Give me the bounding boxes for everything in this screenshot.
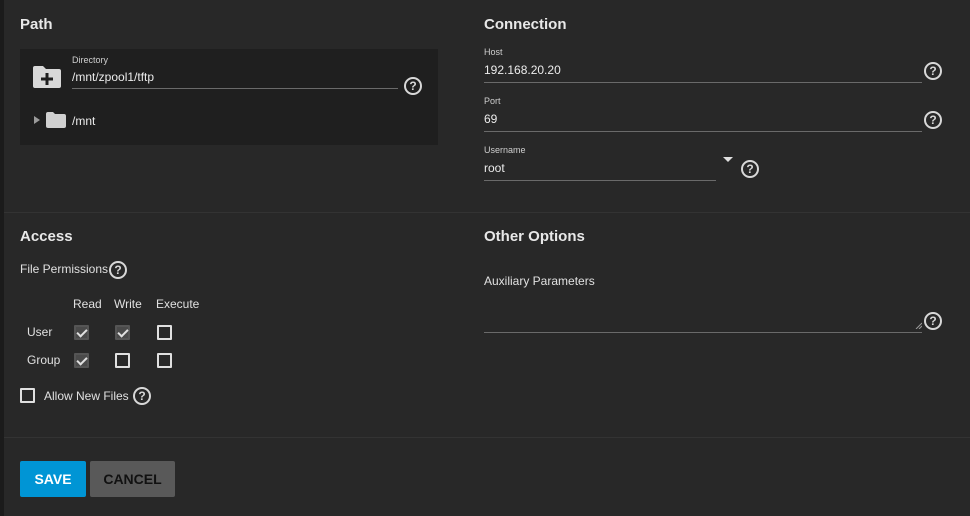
host-input[interactable]: 192.168.20.20 [484,63,561,77]
folder-icon [46,112,66,128]
access-section-title: Access [20,228,73,245]
tree-expand-arrow-icon[interactable] [34,116,40,124]
add-folder-icon[interactable] [32,65,62,89]
group-read-checkbox[interactable] [74,353,89,368]
username-underline [484,180,716,181]
path-section-title: Path [20,16,53,33]
directory-input[interactable]: /mnt/zpool1/tftp [72,70,154,84]
host-label: Host [484,47,503,57]
user-read-checkbox[interactable] [74,325,89,340]
directory-help-icon[interactable]: ? [404,77,422,95]
row-group-label: Group [27,353,61,367]
auxiliary-help-icon[interactable]: ? [924,312,942,330]
host-help-icon[interactable]: ? [924,62,942,80]
auxiliary-parameters-textarea[interactable] [484,300,920,330]
directory-label: Directory [72,55,109,65]
port-label: Port [484,96,501,106]
directory-explorer: Directory /mnt/zpool1/tftp ? /mnt [20,49,438,145]
section-divider [4,212,970,213]
connection-section-title: Connection [484,16,567,33]
column-write: Write [114,297,142,311]
column-execute: Execute [156,297,200,311]
cancel-button[interactable]: CANCEL [90,461,175,497]
chevron-down-icon[interactable] [723,157,733,162]
allow-new-files-label: Allow New Files [44,389,129,403]
user-execute-checkbox[interactable] [157,325,172,340]
port-help-icon[interactable]: ? [924,111,942,129]
column-read: Read [73,297,102,311]
other-options-section-title: Other Options [484,228,585,245]
port-input[interactable]: 69 [484,112,497,126]
tree-item-mnt[interactable]: /mnt [72,114,95,128]
port-underline [484,131,922,132]
allow-new-files-help-icon[interactable]: ? [133,387,151,405]
username-help-icon[interactable]: ? [741,160,759,178]
allow-new-files-checkbox[interactable] [20,388,35,403]
username-label: Username [484,145,526,155]
file-permissions-help-icon[interactable]: ? [109,261,127,279]
tftp-settings-form: Path Directory /mnt/zpool1/tftp ? /mnt C… [4,0,970,516]
directory-underline [72,88,398,89]
group-execute-checkbox[interactable] [157,353,172,368]
user-write-checkbox[interactable] [115,325,130,340]
save-button[interactable]: SAVE [20,461,86,497]
host-underline [484,82,922,83]
footer-divider [4,437,970,438]
group-write-checkbox[interactable] [115,353,130,368]
auxiliary-underline [484,332,922,333]
row-user-label: User [27,325,53,339]
file-permissions-label: File Permissions [20,262,109,276]
auxiliary-parameters-label: Auxiliary Parameters [484,274,595,288]
resize-grip-icon[interactable] [915,322,922,329]
username-select[interactable]: root [484,161,505,175]
